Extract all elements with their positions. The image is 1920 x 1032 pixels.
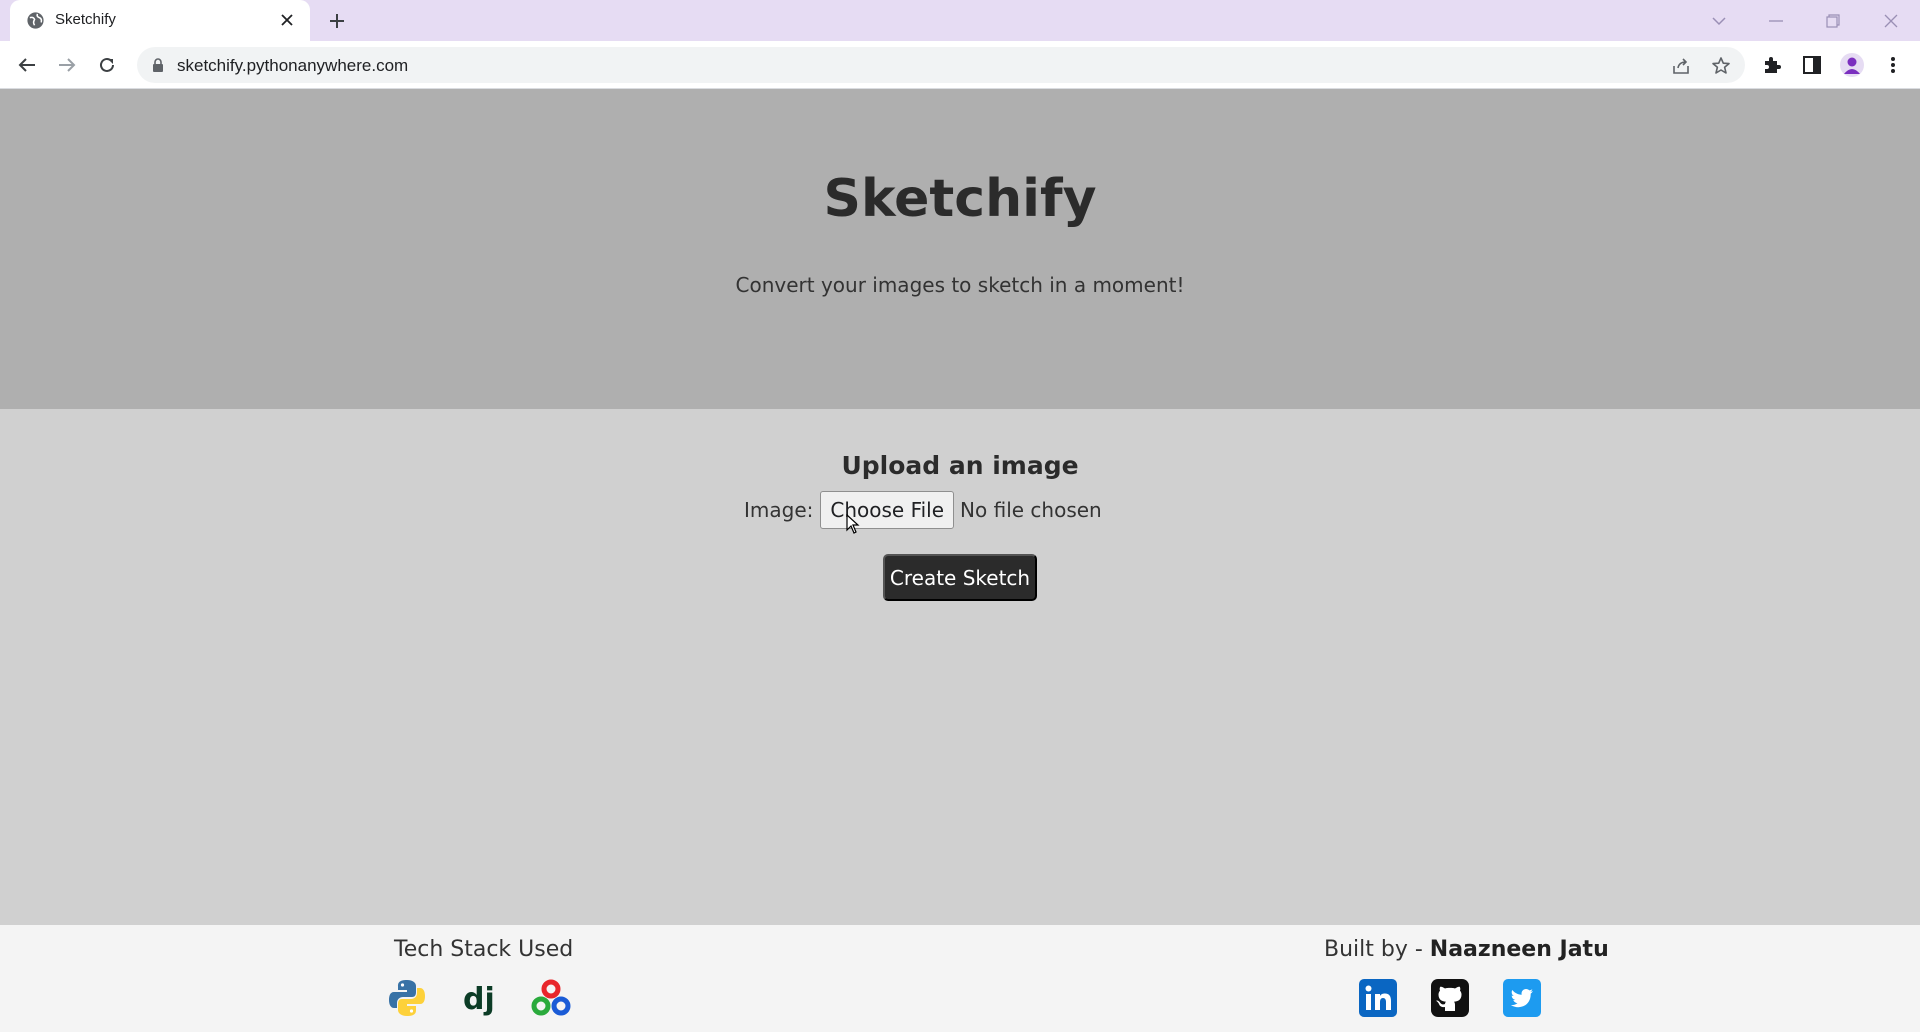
share-icon[interactable] — [1669, 54, 1693, 78]
tech-stack-icons: dj — [385, 976, 573, 1020]
browser-toolbar: sketchify.pythonanywhere.com — [0, 41, 1920, 89]
close-window-icon[interactable] — [1876, 6, 1906, 36]
twitter-icon[interactable] — [1500, 976, 1544, 1020]
page-subtitle: Convert your images to sketch in a momen… — [735, 273, 1185, 297]
page-title: Sketchify — [823, 169, 1097, 229]
footer: Tech Stack Used dj Built by - Naazneen J… — [0, 925, 1920, 1032]
browser-titlebar: Sketchify — [0, 0, 1920, 41]
built-by-prefix: Built by - — [1324, 937, 1423, 962]
linkedin-icon[interactable] — [1356, 976, 1400, 1020]
django-icon: dj — [457, 976, 501, 1020]
close-tab-icon[interactable] — [276, 9, 298, 31]
file-status-text: No file chosen — [960, 498, 1102, 522]
restore-icon[interactable] — [1818, 6, 1848, 36]
create-sketch-button[interactable]: Create Sketch — [883, 554, 1037, 601]
browser-tab[interactable]: Sketchify — [10, 0, 310, 41]
bookmark-star-icon[interactable] — [1709, 54, 1733, 78]
reload-icon[interactable] — [92, 50, 122, 80]
side-panel-icon[interactable] — [1797, 50, 1827, 80]
upload-heading: Upload an image — [841, 451, 1079, 480]
image-label: Image: — [744, 498, 814, 522]
tech-stack-section: Tech Stack Used dj — [389, 937, 574, 1020]
back-arrow-icon[interactable] — [12, 50, 42, 80]
menu-kebab-icon[interactable] — [1878, 50, 1908, 80]
tech-stack-title: Tech Stack Used — [394, 937, 574, 962]
python-icon — [385, 976, 429, 1020]
profile-avatar-icon[interactable] — [1837, 50, 1867, 80]
mouse-cursor-icon — [846, 513, 860, 534]
lock-icon[interactable] — [151, 58, 165, 72]
tab-title: Sketchify — [55, 11, 116, 28]
upload-section: Upload an image Image: Choose File No fi… — [0, 409, 1920, 925]
address-bar[interactable]: sketchify.pythonanywhere.com — [137, 47, 1745, 83]
author-name: Naazneen Jatu — [1429, 937, 1609, 962]
built-by-text: Built by - Naazneen Jatu — [1324, 937, 1609, 962]
svg-text:dj: dj — [463, 982, 495, 1017]
github-icon[interactable] — [1428, 976, 1472, 1020]
minimize-icon[interactable] — [1761, 6, 1791, 36]
forward-arrow-icon[interactable] — [52, 50, 82, 80]
opencv-icon — [529, 976, 573, 1020]
choose-file-button[interactable]: Choose File — [820, 491, 955, 529]
globe-icon — [26, 11, 45, 30]
hero-banner: Sketchify Convert your images to sketch … — [0, 89, 1920, 409]
built-by-section: Built by - Naazneen Jatu — [1324, 937, 1609, 1020]
tab-search-chevron-icon[interactable] — [1704, 6, 1734, 36]
social-links — [1356, 976, 1609, 1020]
new-tab-icon[interactable] — [324, 8, 350, 34]
url-text[interactable]: sketchify.pythonanywhere.com — [177, 56, 408, 76]
upload-form: Image: Choose File No file chosen — [744, 490, 1102, 530]
extensions-puzzle-icon[interactable] — [1757, 50, 1787, 80]
